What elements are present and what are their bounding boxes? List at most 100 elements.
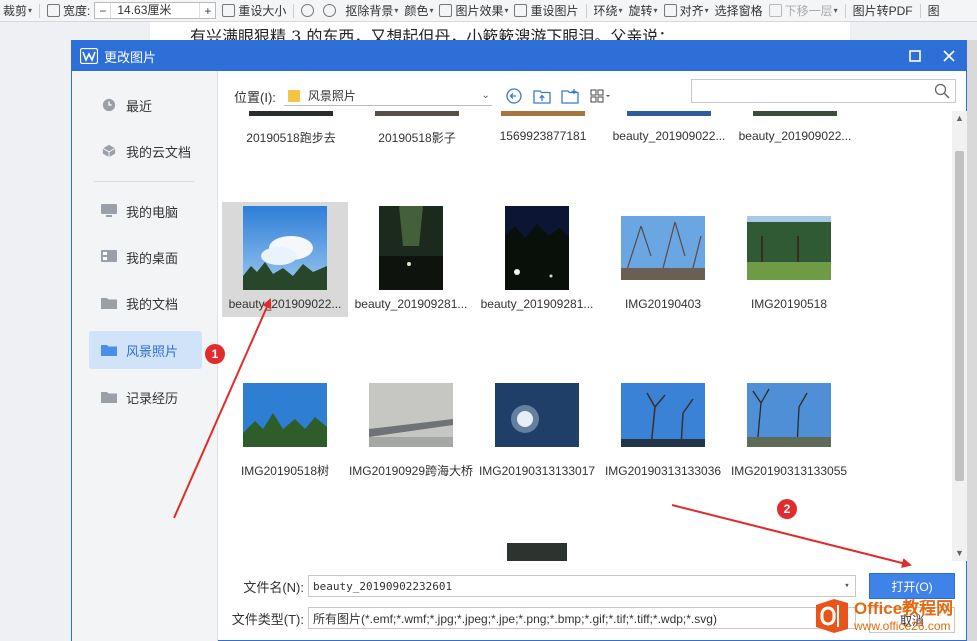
image-to-pdf-button[interactable]: 图片转PDF	[850, 0, 916, 21]
view-mode-button[interactable]	[588, 86, 614, 106]
folder-icon	[101, 298, 117, 309]
file-grid: 20190518跑步去 20190518影子 1569923877181 bea…	[218, 111, 950, 561]
dialog-title: 更改图片	[104, 49, 157, 65]
location-label: 位置(I):	[234, 89, 276, 105]
file-thumbnail	[505, 206, 569, 290]
sidebar-item-records[interactable]: 记录经历	[89, 378, 202, 416]
search-icon	[934, 83, 950, 99]
grid-view-icon	[590, 89, 610, 103]
file-thumbnail	[379, 206, 443, 290]
back-button[interactable]	[504, 86, 524, 106]
sidebar: 最近 我的云文档 我的电脑 我的桌面 我的文档 风景照片 记录经历	[72, 71, 218, 641]
align-icon	[663, 4, 677, 17]
file-item[interactable]: beauty_201909281...	[348, 202, 474, 317]
filename-row: 文件名(N): beauty_20190902232601 ▾	[218, 575, 856, 597]
file-item[interactable]: 1569923877181	[480, 111, 606, 143]
width-control: 宽度: − 14.63厘米 +	[44, 0, 219, 21]
more-toolbar-button[interactable]: 图	[925, 0, 943, 21]
width-stepper[interactable]: − 14.63厘米 +	[94, 2, 217, 19]
rotate-right-button[interactable]	[320, 0, 342, 21]
image-effects-icon	[439, 4, 453, 17]
maximize-button[interactable]	[898, 41, 932, 71]
file-thumbnail	[249, 111, 333, 116]
file-item[interactable]: IMG20190313133017	[474, 369, 600, 484]
width-icon	[47, 4, 61, 17]
file-item[interactable]: beauty_201909281...	[474, 202, 600, 317]
filename-input[interactable]: beauty_20190902232601 ▾	[308, 575, 856, 597]
wps-logo-icon	[80, 48, 98, 64]
reset-size-icon	[222, 4, 236, 17]
clock-icon	[102, 98, 116, 112]
file-item[interactable]: IMG20190518	[726, 202, 852, 317]
close-button[interactable]	[932, 41, 966, 71]
background-strip	[967, 40, 977, 641]
file-item[interactable]: 20190518影子	[354, 111, 480, 145]
file-item[interactable]: beauty_201909022...	[606, 111, 732, 143]
close-icon	[943, 50, 955, 62]
reset-size-button[interactable]: 重设大小	[219, 0, 289, 21]
rotate-button[interactable]: 旋转 ▾	[626, 0, 661, 21]
sidebar-divider	[94, 181, 194, 182]
scroll-up-icon[interactable]: ▲	[952, 111, 967, 126]
toolbar-divider	[293, 3, 295, 18]
align-button[interactable]: 对齐 ▾	[661, 0, 712, 21]
file-thumbnail	[369, 383, 453, 447]
reset-image-button[interactable]: 重设图片	[511, 0, 581, 21]
file-thumbnail[interactable]	[507, 543, 567, 561]
file-item[interactable]: 20190518跑步去	[228, 111, 354, 145]
office-logo-icon	[816, 598, 848, 633]
rotate-right-icon	[323, 4, 337, 17]
filetype-select[interactable]: 所有图片(*.emf;*.wmf;*.jpg;*.jpeg;*.jpe;*.pn…	[308, 607, 856, 629]
up-folder-button[interactable]	[532, 86, 552, 106]
toolbar-divider	[844, 3, 846, 18]
file-thumbnail	[747, 383, 831, 447]
width-input[interactable]: 14.63厘米	[110, 3, 201, 18]
rotate-left-button[interactable]	[298, 0, 320, 21]
file-item[interactable]: IMG20190313133055	[726, 369, 852, 484]
color-button[interactable]: 颜色 ▾	[401, 0, 436, 21]
scrollbar-thumb[interactable]	[955, 151, 964, 481]
file-thumbnail	[621, 216, 705, 280]
folder-icon	[287, 89, 300, 102]
file-item[interactable]: IMG20190313133036	[600, 369, 726, 484]
file-item-selected[interactable]: beauty_201909022...	[222, 202, 348, 317]
file-thumbnail	[747, 216, 831, 280]
selection-pane-button[interactable]: 选择窗格	[712, 0, 766, 21]
sidebar-item-my-documents[interactable]: 我的文档	[89, 284, 202, 322]
crop-button[interactable]: 裁剪 ▾	[0, 0, 35, 21]
watermark-url: www.office26.com	[854, 618, 951, 633]
sidebar-item-cloud-docs[interactable]: 我的云文档	[89, 132, 202, 170]
folder-icon	[101, 345, 117, 356]
file-grid-scrollbar[interactable]: ▲ ▼	[952, 111, 967, 561]
new-folder-icon	[561, 89, 579, 104]
remove-background-button[interactable]: 抠除背景 ▾	[342, 0, 401, 21]
width-decrease-button[interactable]: −	[95, 4, 110, 18]
file-item[interactable]: IMG20190518树	[222, 369, 348, 484]
file-item[interactable]: IMG20190929跨海大桥	[348, 369, 474, 484]
sidebar-item-my-computer[interactable]: 我的电脑	[89, 192, 202, 230]
sidebar-item-landscape-photos[interactable]: 风景照片	[89, 331, 202, 369]
file-thumbnail	[375, 111, 459, 116]
sidebar-item-desktop[interactable]: 我的桌面	[89, 238, 202, 276]
file-item[interactable]: beauty_201909022...	[732, 111, 858, 143]
sidebar-item-recent[interactable]: 最近	[89, 86, 202, 124]
search-input[interactable]	[691, 79, 956, 103]
filename-label: 文件名(N):	[243, 579, 304, 595]
file-thumbnail	[243, 383, 327, 447]
file-thumbnail	[495, 383, 579, 447]
move-down-button[interactable]: 下移一层 ▾	[766, 0, 841, 21]
width-increase-button[interactable]: +	[200, 4, 215, 18]
scroll-down-icon[interactable]: ▼	[952, 546, 967, 561]
location-bar: 位置(I): 风景照片 ⌄	[234, 86, 618, 106]
new-folder-button[interactable]	[560, 86, 580, 106]
desktop-icon	[101, 250, 117, 262]
toolbar-divider	[919, 3, 921, 18]
annotation-badge-2: 2	[777, 499, 797, 519]
maximize-icon	[909, 50, 921, 62]
image-effects-button[interactable]: 图片效果 ▾	[436, 0, 511, 21]
location-select[interactable]: 风景照片 ⌄	[283, 86, 492, 106]
wrap-button[interactable]: 环绕 ▾	[591, 0, 626, 21]
folder-icon	[101, 392, 117, 403]
filetype-label: 文件类型(T):	[231, 611, 304, 627]
file-item[interactable]: IMG20190403	[600, 202, 726, 317]
